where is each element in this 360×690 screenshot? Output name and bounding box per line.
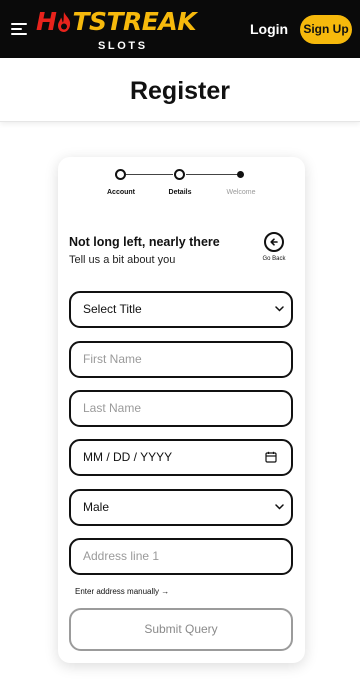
page-title: Register xyxy=(129,77,231,105)
last-name-field[interactable]: Last Name xyxy=(69,390,293,427)
gender-select-value: Male xyxy=(83,500,110,514)
arrow-left-icon xyxy=(264,232,284,252)
top-bar: H TSTREAK SLOTS Login Sign Up xyxy=(0,0,360,58)
brand-logo[interactable]: H TSTREAK SLOTS xyxy=(36,6,208,54)
step-welcome-label: Welcome xyxy=(226,189,256,196)
first-name-field[interactable]: First Name xyxy=(69,341,293,378)
date-of-birth-placeholder: MM / DD / YYYY xyxy=(83,450,173,464)
go-back-button[interactable]: Go Back xyxy=(259,232,289,264)
chevron-down-icon xyxy=(275,306,284,312)
login-link[interactable]: Login xyxy=(250,20,288,38)
logo-subtitle: SLOTS xyxy=(98,40,148,52)
last-name-placeholder: Last Name xyxy=(83,401,142,415)
address-line-1-field[interactable]: Address line 1 xyxy=(69,538,293,575)
chevron-down-icon xyxy=(275,504,284,510)
step-details-label: Details xyxy=(168,189,192,196)
hamburger-menu-icon[interactable] xyxy=(11,23,27,36)
address-line-1-placeholder: Address line 1 xyxy=(83,549,160,563)
submit-button[interactable]: Submit Query xyxy=(69,608,293,651)
step-welcome-dot xyxy=(237,171,244,178)
date-of-birth-field[interactable]: MM / DD / YYYY xyxy=(69,439,293,476)
stepper-connector xyxy=(126,174,173,175)
section-headline: Not long left, nearly there xyxy=(69,235,220,249)
step-details-dot xyxy=(174,169,185,180)
title-select-value: Select Title xyxy=(83,302,142,316)
enter-address-manually-link[interactable]: Enter address manually → xyxy=(75,587,169,597)
sign-up-button[interactable]: Sign Up xyxy=(300,15,352,44)
section-subline: Tell us a bit about you xyxy=(69,254,176,266)
gender-select[interactable]: Male xyxy=(69,489,293,526)
title-select[interactable]: Select Title xyxy=(69,291,293,328)
stepper-connector xyxy=(186,174,238,175)
calendar-icon[interactable] xyxy=(265,451,277,463)
go-back-label: Go Back xyxy=(262,256,286,262)
registration-card: Account Details Welcome Not long left, n… xyxy=(58,157,305,663)
first-name-placeholder: First Name xyxy=(83,352,142,366)
fire-icon xyxy=(58,12,71,32)
step-account-dot xyxy=(115,169,126,180)
page-header: Register xyxy=(0,58,360,122)
logo-wordmark: H TSTREAK xyxy=(36,7,197,36)
